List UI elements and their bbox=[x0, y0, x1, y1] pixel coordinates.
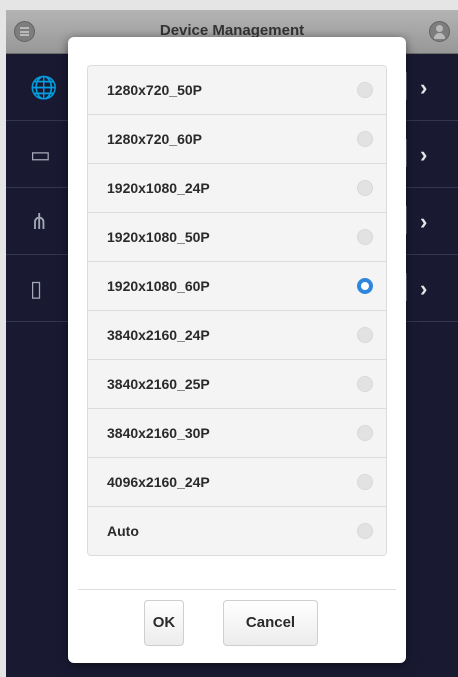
resolution-option[interactable]: 1920x1080_24P bbox=[88, 164, 386, 213]
radio-button[interactable] bbox=[357, 425, 373, 441]
resolution-option[interactable]: 3840x2160_25P bbox=[88, 360, 386, 409]
resolution-dialog: 1280x720_50P 1280x720_60P 1920x1080_24P … bbox=[68, 37, 406, 663]
option-label: 1920x1080_24P bbox=[107, 180, 210, 196]
resolution-option[interactable]: 4096x2160_24P bbox=[88, 458, 386, 507]
ok-button[interactable]: OK bbox=[144, 600, 184, 646]
option-label: 3840x2160_25P bbox=[107, 376, 210, 392]
radio-button[interactable] bbox=[357, 474, 373, 490]
resolution-option[interactable]: Auto bbox=[88, 507, 386, 555]
resolution-option[interactable]: 1920x1080_50P bbox=[88, 213, 386, 262]
radio-button[interactable] bbox=[357, 229, 373, 245]
resolution-option[interactable]: 1280x720_60P bbox=[88, 115, 386, 164]
option-label: 1920x1080_50P bbox=[107, 229, 210, 245]
radio-button[interactable] bbox=[357, 131, 373, 147]
option-label: 1920x1080_60P bbox=[107, 278, 210, 294]
option-label: 4096x2160_24P bbox=[107, 474, 210, 490]
resolution-option[interactable]: 1280x720_50P bbox=[88, 66, 386, 115]
dialog-divider bbox=[78, 589, 396, 590]
resolution-options-list: 1280x720_50P 1280x720_60P 1920x1080_24P … bbox=[87, 65, 387, 556]
radio-button[interactable] bbox=[357, 180, 373, 196]
radio-button[interactable] bbox=[357, 523, 373, 539]
option-label: 1280x720_60P bbox=[107, 131, 202, 147]
option-label: Auto bbox=[107, 523, 139, 539]
radio-button[interactable] bbox=[357, 82, 373, 98]
radio-button[interactable] bbox=[357, 376, 373, 392]
option-label: 1280x720_50P bbox=[107, 82, 202, 98]
resolution-option-selected[interactable]: 1920x1080_60P bbox=[88, 262, 386, 311]
option-label: 3840x2160_30P bbox=[107, 425, 210, 441]
resolution-option[interactable]: 3840x2160_24P bbox=[88, 311, 386, 360]
resolution-option[interactable]: 3840x2160_30P bbox=[88, 409, 386, 458]
radio-button-selected[interactable] bbox=[357, 278, 373, 294]
cancel-button[interactable]: Cancel bbox=[223, 600, 318, 646]
option-label: 3840x2160_24P bbox=[107, 327, 210, 343]
radio-button[interactable] bbox=[357, 327, 373, 343]
